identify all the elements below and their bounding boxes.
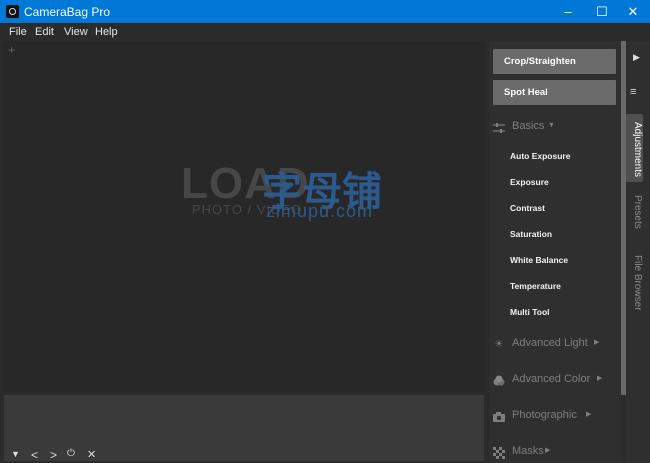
previous-image-button[interactable]: < (31, 448, 38, 462)
close-button[interactable]: ✕ (616, 0, 650, 23)
adjustment-saturation[interactable]: Saturation (510, 229, 552, 239)
adjustment-temperature[interactable]: Temperature (510, 281, 561, 291)
section-masks-label: Masks (512, 445, 544, 457)
minimize-button[interactable]: – (551, 0, 585, 23)
chevron-right-icon: ▶ (545, 447, 551, 454)
next-image-button[interactable]: > (50, 448, 57, 462)
menu-help[interactable]: Help (95, 26, 118, 38)
add-image-icon[interactable]: + (8, 43, 15, 57)
adjustment-exposure[interactable]: Exposure (510, 177, 549, 187)
chevron-right-icon: ▶ (594, 339, 600, 346)
spot-heal-button[interactable]: Spot Heal (493, 80, 616, 105)
chevron-right-icon: ▶ (586, 411, 592, 418)
crop-straighten-button[interactable]: Crop/Straighten (493, 49, 616, 74)
menu-file[interactable]: File (9, 26, 27, 38)
adjustment-multi-tool[interactable]: Multi Tool (510, 307, 550, 317)
camerabag-app-icon (6, 5, 19, 18)
hamburger-menu-icon[interactable]: ≡ (630, 86, 636, 98)
menu-edit[interactable]: Edit (35, 26, 54, 38)
adjustment-contrast[interactable]: Contrast (510, 203, 545, 213)
close-image-button[interactable]: ✕ (87, 448, 96, 461)
play-icon[interactable]: ▶ (633, 52, 640, 63)
collapse-filmstrip-button[interactable]: ▼ (11, 449, 20, 459)
color-circles-icon (493, 375, 505, 387)
adjustment-auto-exposure[interactable]: Auto Exposure (510, 151, 570, 161)
window-title: CameraBag Pro (24, 5, 111, 19)
watermark-domain: zimupu.com (266, 201, 374, 221)
adjustment-white-balance[interactable]: White Balance (510, 255, 568, 265)
tab-adjustments[interactable]: Adjustments (626, 114, 643, 182)
side-tab-strip (626, 41, 650, 463)
section-advanced-light-label: Advanced Light (512, 337, 588, 349)
maximize-button[interactable]: ☐ (585, 0, 619, 23)
tab-presets[interactable]: Presets (628, 195, 643, 229)
section-photographic-label: Photographic (512, 409, 577, 421)
section-advanced-color-label: Advanced Color (512, 373, 591, 385)
filmstrip-tray[interactable] (4, 395, 484, 461)
sun-icon: ☀ (494, 339, 504, 350)
adjustments-panel: Crop/Straighten Spot Heal Basics ▼ Auto … (489, 41, 621, 463)
section-basics-label: Basics (512, 120, 545, 132)
power-icon[interactable]: ⏻ (67, 448, 75, 459)
sliders-icon (493, 122, 505, 134)
chevron-right-icon: ▶ (597, 375, 603, 382)
camera-icon (493, 411, 505, 423)
menu-bar: File Edit View Help (0, 23, 650, 41)
chevron-down-icon: ▼ (548, 122, 555, 129)
mask-icon (493, 447, 505, 459)
tab-file-browser[interactable]: File Browser (628, 255, 643, 311)
title-bar: CameraBag Pro – ☐ ✕ (0, 0, 650, 23)
menu-view[interactable]: View (64, 26, 88, 38)
